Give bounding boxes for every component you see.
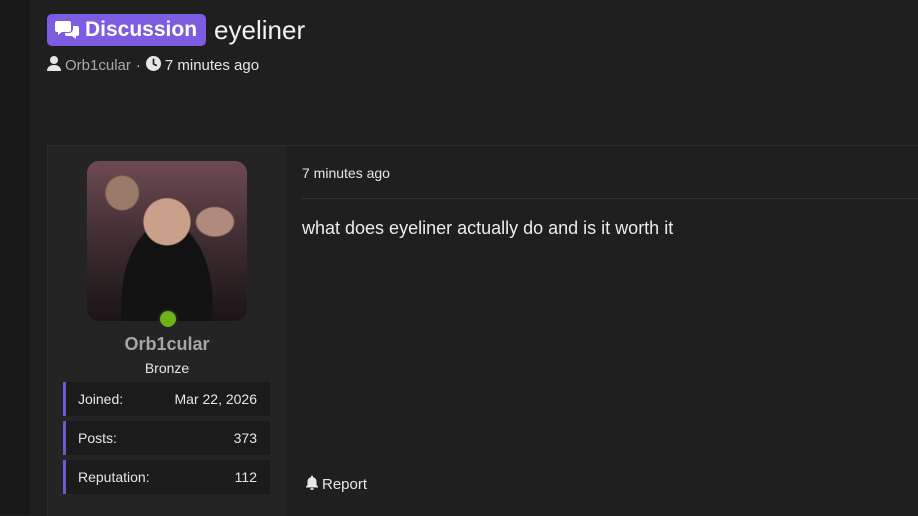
- stat-value: 373: [233, 430, 257, 446]
- post: Orb1cular Bronze Joined: Mar 22, 2026 Po…: [47, 145, 918, 516]
- post-user-cell: Orb1cular Bronze Joined: Mar 22, 2026 Po…: [48, 146, 286, 516]
- stat-joined: Joined: Mar 22, 2026: [63, 382, 270, 416]
- clock-icon: [145, 56, 161, 75]
- stat-posts: Posts: 373: [63, 421, 270, 455]
- meta-separator: ·: [135, 57, 141, 74]
- thread-time[interactable]: 7 minutes ago: [165, 57, 259, 74]
- user-icon: [47, 56, 61, 75]
- report-button[interactable]: Report: [305, 475, 367, 494]
- online-status-indicator: [158, 309, 178, 329]
- thread-author-link[interactable]: Orb1cular: [65, 57, 131, 74]
- post-timestamp[interactable]: 7 minutes ago: [302, 165, 390, 181]
- post-body: what does eyeliner actually do and is it…: [302, 218, 674, 238]
- stat-reputation: Reputation: 112: [63, 460, 270, 494]
- post-content: 7 minutes ago what does eyeliner actuall…: [302, 146, 918, 516]
- stat-label: Joined:: [78, 391, 124, 407]
- user-stats: Joined: Mar 22, 2026 Posts: 373 Reputati…: [63, 382, 270, 499]
- title-row: Discussion eyeliner: [47, 14, 918, 46]
- bell-icon: [305, 475, 319, 494]
- stat-value: Mar 22, 2026: [174, 391, 258, 407]
- thread-meta: Orb1cular · 7 minutes ago: [47, 56, 918, 75]
- prefix-badge[interactable]: Discussion: [47, 14, 207, 46]
- avatar[interactable]: [87, 161, 247, 321]
- post-divider: [302, 198, 918, 199]
- chat-bubbles-icon: [55, 19, 79, 41]
- thread-header: Discussion eyeliner Orb1cular · 7 minute…: [47, 14, 918, 75]
- user-rank: Bronze: [144, 360, 190, 376]
- post-username[interactable]: Orb1cular: [48, 334, 286, 355]
- stat-value: 112: [234, 469, 257, 485]
- left-rail: [0, 0, 30, 515]
- thread-title: eyeliner: [214, 14, 306, 45]
- stat-label: Posts:: [78, 430, 117, 446]
- report-label: Report: [322, 476, 368, 493]
- stat-label: Reputation:: [78, 469, 150, 485]
- prefix-label: Discussion: [85, 18, 198, 41]
